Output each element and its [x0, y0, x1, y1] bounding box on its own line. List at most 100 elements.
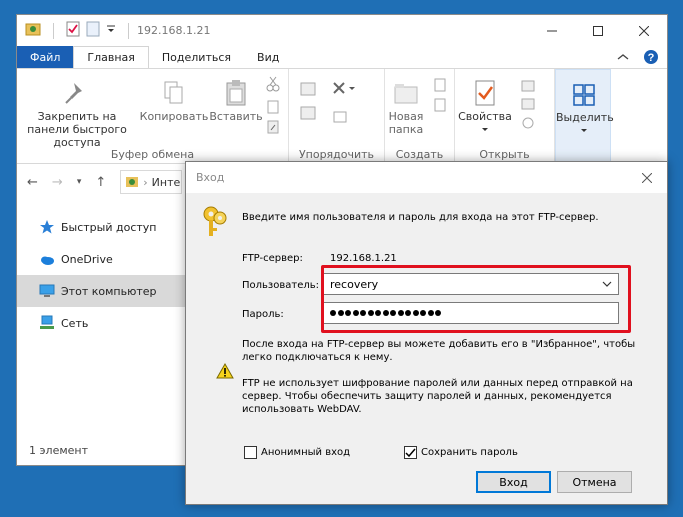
dialog-titlebar: Вход [186, 162, 667, 193]
status-bar-text: 1 элемент [29, 444, 88, 457]
properties-check-icon[interactable] [66, 21, 80, 40]
minimize-button[interactable] [529, 15, 575, 46]
copy-path-icon[interactable] [267, 100, 279, 114]
copy-label: Копировать [139, 110, 209, 123]
favorites-note-line1: После входа на FTP-сервер вы можете доба… [242, 339, 636, 350]
navigation-pane: Быстрый доступ OneDrive Этот компьютер С… [17, 211, 192, 339]
network-location-icon [126, 177, 139, 187]
paste-button[interactable]: Вставить [209, 79, 263, 123]
path-chevron-icon: › [143, 175, 148, 189]
copy-button[interactable]: Копировать [139, 79, 209, 123]
ribbon: Закрепить на панели быстрого доступа Коп… [17, 68, 667, 165]
computer-icon [39, 284, 55, 297]
pin-icon [65, 83, 82, 104]
pin-quick-access-button[interactable]: Закрепить на панели быстрого доступа [21, 79, 133, 149]
toolbar-divider [53, 22, 54, 39]
select-label: Выделить [556, 111, 614, 124]
save-password-checkbox[interactable]: Сохранить пароль [404, 446, 518, 459]
customize-qa-dropdown-icon[interactable] [106, 24, 116, 37]
move-to-icon [300, 82, 316, 120]
clipboard-small-actions [263, 75, 283, 142]
open-group-label: Открыть [479, 148, 530, 161]
toolbar-divider [128, 22, 129, 39]
warning-icon [216, 362, 234, 382]
clipboard-group-label: Буфер обмена [110, 148, 195, 161]
properties-label: Свойства [458, 110, 512, 123]
cancel-button[interactable]: Отмена [557, 471, 632, 493]
warning-line2: сервер. Чтобы обеспечить защиту паролей … [242, 391, 612, 402]
tab-view[interactable]: Вид [244, 46, 292, 68]
rename-icon [333, 111, 347, 123]
up-arrow-icon[interactable]: ↑ [95, 175, 106, 190]
new-folder-icon [394, 84, 418, 104]
paste-icon [226, 80, 246, 106]
user-label: Пользователь: [242, 280, 320, 291]
paste-shortcut-icon[interactable] [267, 120, 279, 134]
cut-icon[interactable] [266, 76, 280, 92]
expand-ribbon-chevron-icon[interactable] [617, 46, 629, 68]
password-label: Пароль: [242, 309, 284, 320]
back-arrow-icon[interactable]: ← [27, 175, 38, 190]
forward-arrow-icon[interactable]: → [52, 175, 63, 190]
window-title: 192.168.1.21 [137, 24, 211, 37]
anonymous-login-checkbox[interactable]: Анонимный вход [244, 446, 350, 459]
ribbon-group-select[interactable]: Выделить [555, 69, 614, 165]
open-small-actions[interactable] [517, 77, 541, 140]
favorites-note-line2: легко подключаться к нему. [242, 352, 393, 363]
nav-label: OneDrive [61, 252, 113, 266]
recent-locations-chevron-icon[interactable]: ▾ [77, 177, 82, 187]
pin-label: Закрепить на панели быстрого доступа [27, 110, 127, 149]
cloud-icon [41, 256, 54, 265]
anonymous-checkbox-box[interactable] [244, 446, 257, 459]
ribbon-tabs: Файл Главная Поделиться Вид ? [17, 46, 667, 68]
dialog-intro-text: Введите имя пользователя и пароль для вх… [242, 212, 599, 223]
open-edit-history-icon [521, 80, 535, 129]
star-icon [40, 220, 54, 234]
tab-share[interactable]: Поделиться [149, 46, 244, 68]
tab-home[interactable]: Главная [73, 46, 149, 68]
ribbon-group-open: Свойства Открыть [455, 69, 555, 165]
chevron-down-icon [482, 128, 488, 131]
address-path: Инте [151, 175, 181, 189]
close-window-button[interactable] [621, 15, 667, 46]
new-folder-qa-icon[interactable] [86, 21, 100, 40]
close-icon [642, 172, 652, 183]
server-label: FTP-сервер: [242, 253, 303, 264]
checkmark-icon [405, 448, 416, 458]
nav-quick-access[interactable]: Быстрый доступ [17, 211, 192, 243]
server-value: 192.168.1.21 [330, 253, 397, 264]
ribbon-group-clipboard: Закрепить на панели быстрого доступа Коп… [17, 69, 289, 165]
ribbon-group-organize: Упорядочить [289, 69, 385, 165]
ftp-login-dialog: Вход Введите имя пользователя и пароль д… [185, 161, 668, 505]
properties-button[interactable]: Свойства [457, 79, 513, 136]
select-button[interactable]: Выделить [556, 82, 614, 137]
new-item-icon [434, 78, 446, 112]
minimize-icon [547, 30, 557, 31]
tab-file[interactable]: Файл [17, 46, 74, 68]
organize-group-label: Упорядочить [298, 148, 375, 161]
nav-onedrive[interactable]: OneDrive [17, 243, 192, 275]
nav-network[interactable]: Сеть [17, 307, 192, 339]
new-item-button[interactable] [431, 77, 451, 120]
rename-button[interactable] [331, 109, 361, 128]
maximize-button[interactable] [575, 15, 621, 46]
help-icon[interactable]: ? [643, 46, 659, 68]
delete-button[interactable] [331, 81, 361, 100]
save-password-checkbox-box[interactable] [404, 446, 417, 459]
svg-text:?: ? [648, 52, 655, 64]
dialog-title: Вход [196, 171, 225, 184]
maximize-icon [593, 25, 603, 36]
nav-this-pc[interactable]: Этот компьютер [17, 275, 192, 307]
move-copy-buttons[interactable] [297, 77, 321, 140]
chevron-down-icon [581, 129, 587, 132]
network-icon [40, 315, 54, 329]
login-button[interactable]: Вход [476, 471, 551, 493]
window-controls [529, 15, 667, 46]
new-folder-button[interactable]: Новая папка [385, 79, 427, 136]
warning-line3: использовать WebDAV. [242, 404, 362, 415]
new-folder-label: Новая папка [388, 110, 424, 136]
explorer-titlebar: 192.168.1.21 [17, 15, 667, 46]
address-input[interactable]: › Инте [120, 170, 183, 194]
nav-label: Быстрый доступ [61, 220, 157, 234]
dialog-close-button[interactable] [627, 162, 667, 193]
